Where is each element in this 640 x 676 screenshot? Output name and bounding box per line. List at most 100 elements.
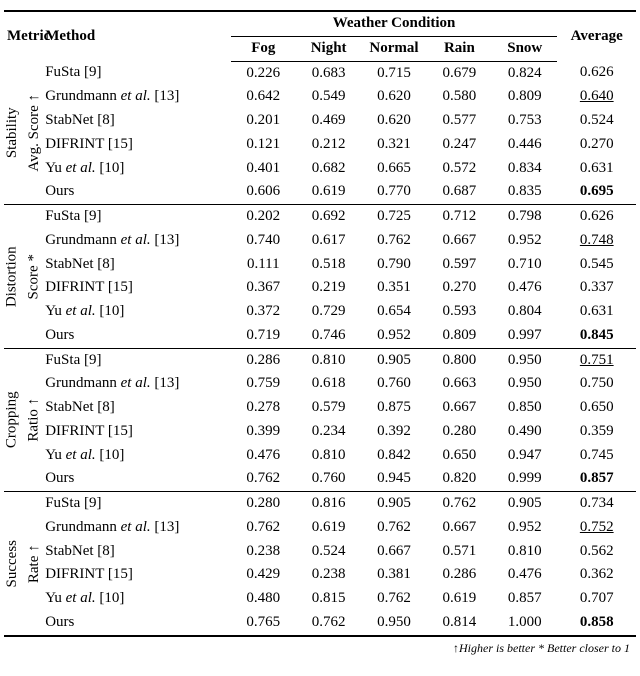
- method-name: StabNet [8]: [43, 253, 230, 277]
- value-cell: 0.446: [492, 133, 557, 157]
- results-table: Metric Method Weather Condition Average …: [4, 10, 636, 637]
- value-cell: 0.760: [361, 372, 426, 396]
- method-name: DIFRINT [15]: [43, 276, 230, 300]
- value-cell: 0.710: [492, 253, 557, 277]
- table-row: StabNet [8]0.1110.5180.7900.5970.7100.54…: [4, 253, 636, 277]
- value-cell: 0.572: [427, 157, 492, 181]
- value-cell: 0.619: [296, 516, 361, 540]
- value-cell: 0.286: [231, 348, 296, 372]
- value-cell: 0.682: [296, 157, 361, 181]
- value-cell: 0.952: [492, 229, 557, 253]
- table-row: Ours0.7190.7460.9520.8090.9970.845: [4, 324, 636, 348]
- table-row: Grundmann et al. [13]0.7620.6190.7620.66…: [4, 516, 636, 540]
- value-cell: 0.399: [231, 420, 296, 444]
- avg-cell: 0.845: [557, 324, 636, 348]
- table-row: StabilityAvg. Score ↑FuSta [9]0.2260.683…: [4, 61, 636, 85]
- value-cell: 0.762: [361, 516, 426, 540]
- value-cell: 0.278: [231, 396, 296, 420]
- avg-cell: 0.695: [557, 180, 636, 204]
- method-name: StabNet [8]: [43, 540, 230, 564]
- avg-cell: 0.337: [557, 276, 636, 300]
- value-cell: 0.950: [492, 348, 557, 372]
- value-cell: 0.814: [427, 611, 492, 636]
- value-cell: 0.762: [231, 516, 296, 540]
- avg-cell: 0.751: [557, 348, 636, 372]
- table-row: Ours0.7650.7620.9500.8141.0000.858: [4, 611, 636, 636]
- value-cell: 0.759: [231, 372, 296, 396]
- avg-cell: 0.545: [557, 253, 636, 277]
- method-name: Grundmann et al. [13]: [43, 229, 230, 253]
- value-cell: 0.950: [492, 372, 557, 396]
- value-cell: 0.286: [427, 563, 492, 587]
- metric-label: SuccessRate ↑: [4, 492, 43, 636]
- avg-cell: 0.650: [557, 396, 636, 420]
- avg-cell: 0.359: [557, 420, 636, 444]
- value-cell: 0.810: [296, 348, 361, 372]
- avg-cell: 0.626: [557, 61, 636, 85]
- value-cell: 0.762: [361, 587, 426, 611]
- value-cell: 0.580: [427, 85, 492, 109]
- metric-label: DistortionScore *: [4, 205, 43, 349]
- value-cell: 0.321: [361, 133, 426, 157]
- value-cell: 0.270: [427, 276, 492, 300]
- value-cell: 0.490: [492, 420, 557, 444]
- value-cell: 0.665: [361, 157, 426, 181]
- table-row: DistortionScore *FuSta [9]0.2020.6920.72…: [4, 205, 636, 229]
- value-cell: 0.762: [296, 611, 361, 636]
- table-row: Ours0.6060.6190.7700.6870.8350.695: [4, 180, 636, 204]
- footnote: ↑Higher is better * Better closer to 1: [4, 637, 636, 656]
- method-name: DIFRINT [15]: [43, 563, 230, 587]
- value-cell: 0.579: [296, 396, 361, 420]
- avg-cell: 0.858: [557, 611, 636, 636]
- value-cell: 0.905: [361, 492, 426, 516]
- avg-cell: 0.748: [557, 229, 636, 253]
- value-cell: 0.571: [427, 540, 492, 564]
- method-name: FuSta [9]: [43, 205, 230, 229]
- value-cell: 0.740: [231, 229, 296, 253]
- method-name: Yu et al. [10]: [43, 587, 230, 611]
- value-cell: 0.945: [361, 467, 426, 491]
- value-cell: 0.212: [296, 133, 361, 157]
- value-cell: 0.809: [427, 324, 492, 348]
- method-name: Ours: [43, 611, 230, 636]
- value-cell: 0.226: [231, 61, 296, 85]
- value-cell: 0.476: [492, 563, 557, 587]
- value-cell: 0.663: [427, 372, 492, 396]
- col-method: Method: [43, 11, 230, 61]
- method-name: Ours: [43, 180, 230, 204]
- table-row: StabNet [8]0.2780.5790.8750.6670.8500.65…: [4, 396, 636, 420]
- value-cell: 0.683: [296, 61, 361, 85]
- metric-label: StabilityAvg. Score ↑: [4, 61, 43, 205]
- col-rain: Rain: [427, 36, 492, 61]
- value-cell: 0.753: [492, 109, 557, 133]
- value-cell: 0.577: [427, 109, 492, 133]
- avg-cell: 0.640: [557, 85, 636, 109]
- value-cell: 0.618: [296, 372, 361, 396]
- method-name: Grundmann et al. [13]: [43, 516, 230, 540]
- value-cell: 0.247: [427, 133, 492, 157]
- value-cell: 0.800: [427, 348, 492, 372]
- value-cell: 0.760: [296, 467, 361, 491]
- value-cell: 0.798: [492, 205, 557, 229]
- avg-cell: 0.631: [557, 157, 636, 181]
- method-name: Yu et al. [10]: [43, 444, 230, 468]
- table-row: SuccessRate ↑FuSta [9]0.2800.8160.9050.7…: [4, 492, 636, 516]
- value-cell: 0.367: [231, 276, 296, 300]
- col-snow: Snow: [492, 36, 557, 61]
- method-name: Ours: [43, 324, 230, 348]
- avg-cell: 0.562: [557, 540, 636, 564]
- table-row: CroppingRatio ↑FuSta [9]0.2860.8100.9050…: [4, 348, 636, 372]
- value-cell: 0.642: [231, 85, 296, 109]
- col-normal: Normal: [361, 36, 426, 61]
- value-cell: 0.857: [492, 587, 557, 611]
- value-cell: 0.619: [296, 180, 361, 204]
- value-cell: 0.820: [427, 467, 492, 491]
- method-name: Yu et al. [10]: [43, 157, 230, 181]
- value-cell: 0.804: [492, 300, 557, 324]
- value-cell: 0.729: [296, 300, 361, 324]
- table-row: DIFRINT [15]0.3670.2190.3510.2700.4760.3…: [4, 276, 636, 300]
- col-weather: Weather Condition: [231, 11, 558, 36]
- value-cell: 0.816: [296, 492, 361, 516]
- value-cell: 0.280: [231, 492, 296, 516]
- value-cell: 0.620: [361, 85, 426, 109]
